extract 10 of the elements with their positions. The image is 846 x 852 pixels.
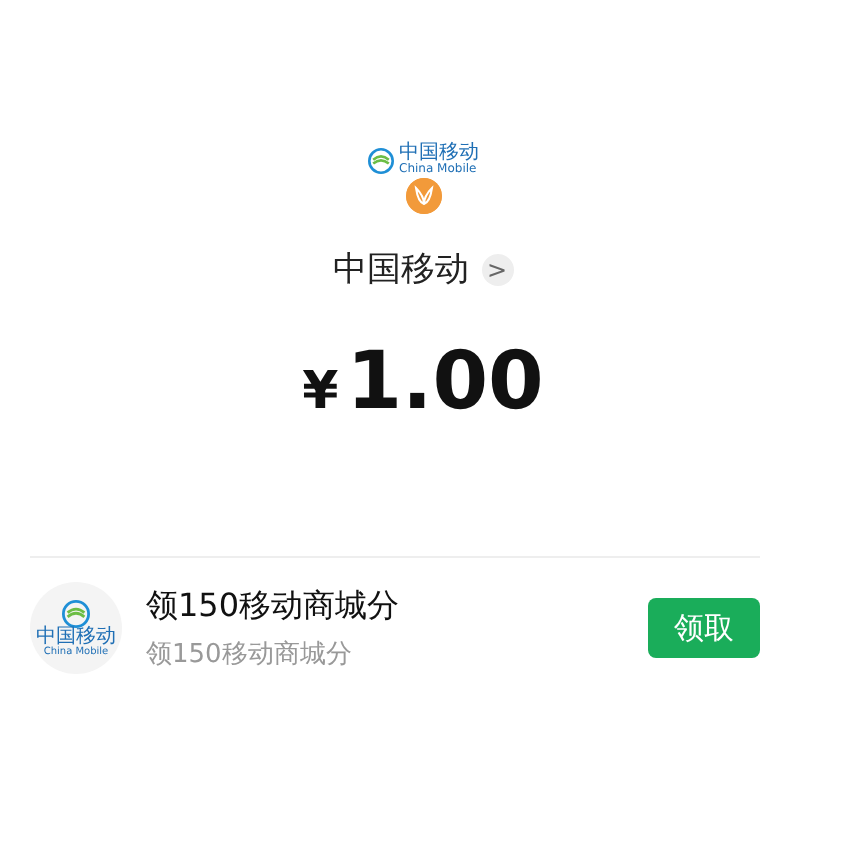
currency-symbol: ¥ — [302, 362, 339, 422]
chevron-icon[interactable]: > — [481, 253, 513, 285]
logo-text: 中国移动 — [399, 144, 479, 164]
offer-subtitle: 领150移动商城分 — [146, 637, 354, 671]
merchant-name[interactable]: 中国移动 — [333, 246, 469, 292]
swirl-icon — [62, 599, 90, 627]
claim-button[interactable]: 领取 — [648, 598, 760, 658]
amount: 1.00 — [346, 336, 544, 428]
offer-title: 领150移动商城分 — [146, 585, 402, 627]
swirl-icon — [367, 147, 393, 173]
